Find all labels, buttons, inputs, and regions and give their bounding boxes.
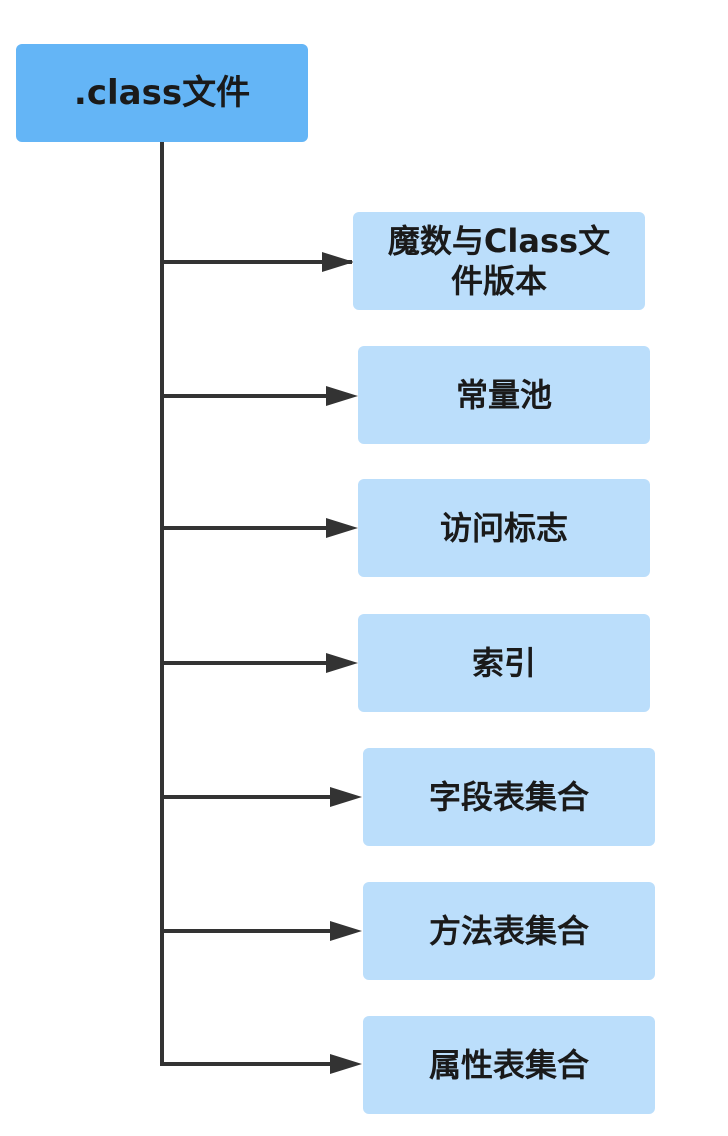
child-node-field-table: 字段表集合 xyxy=(363,748,655,846)
child-node-method-table: 方法表集合 xyxy=(363,882,655,980)
arrowhead-2 xyxy=(326,386,358,406)
root-node: .class文件 xyxy=(16,44,308,142)
child-node-index: 索引 xyxy=(358,614,650,712)
child-node-label: 魔数与Class文件版本 xyxy=(387,222,611,300)
child-node-label: 方法表集合 xyxy=(428,912,589,950)
arrowhead-5 xyxy=(330,787,362,807)
child-node-label: 常量池 xyxy=(455,376,552,414)
arrowhead-7 xyxy=(330,1054,362,1074)
root-node-label: .class文件 xyxy=(73,72,251,113)
child-node-attribute-table: 属性表集合 xyxy=(363,1016,655,1114)
child-node-label: 访问标志 xyxy=(439,509,568,547)
child-node-magic-version: 魔数与Class文件版本 xyxy=(353,212,645,310)
child-node-label: 索引 xyxy=(471,644,536,682)
child-node-label: 字段表集合 xyxy=(428,778,589,816)
child-node-label: 属性表集合 xyxy=(428,1046,589,1084)
arrowhead-1 xyxy=(322,252,354,272)
arrowhead-3 xyxy=(326,518,358,538)
arrowhead-6 xyxy=(330,921,362,941)
child-node-access-flags: 访问标志 xyxy=(358,479,650,577)
child-node-constant-pool: 常量池 xyxy=(358,346,650,444)
arrowhead-4 xyxy=(326,653,358,673)
